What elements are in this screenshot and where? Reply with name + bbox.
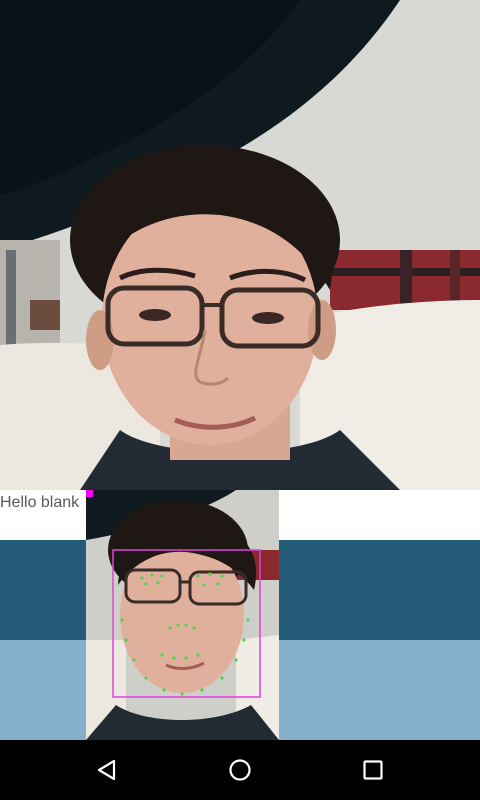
hello-label: Hello blank xyxy=(0,494,80,511)
camera-frame-image xyxy=(0,0,480,490)
recents-button[interactable] xyxy=(343,740,403,800)
corner-marker xyxy=(86,490,93,497)
home-button[interactable] xyxy=(210,740,270,800)
content-area: Hello blank xyxy=(0,490,480,740)
navigation-bar xyxy=(0,740,480,800)
face-detection-thumbnail xyxy=(86,490,279,740)
detected-face-image xyxy=(86,490,279,740)
camera-preview xyxy=(0,0,480,490)
back-button[interactable] xyxy=(77,740,137,800)
home-circle-icon xyxy=(229,759,251,781)
back-triangle-icon xyxy=(97,759,115,781)
recents-square-icon xyxy=(363,760,383,780)
app-screen: Hello blank xyxy=(0,0,480,800)
